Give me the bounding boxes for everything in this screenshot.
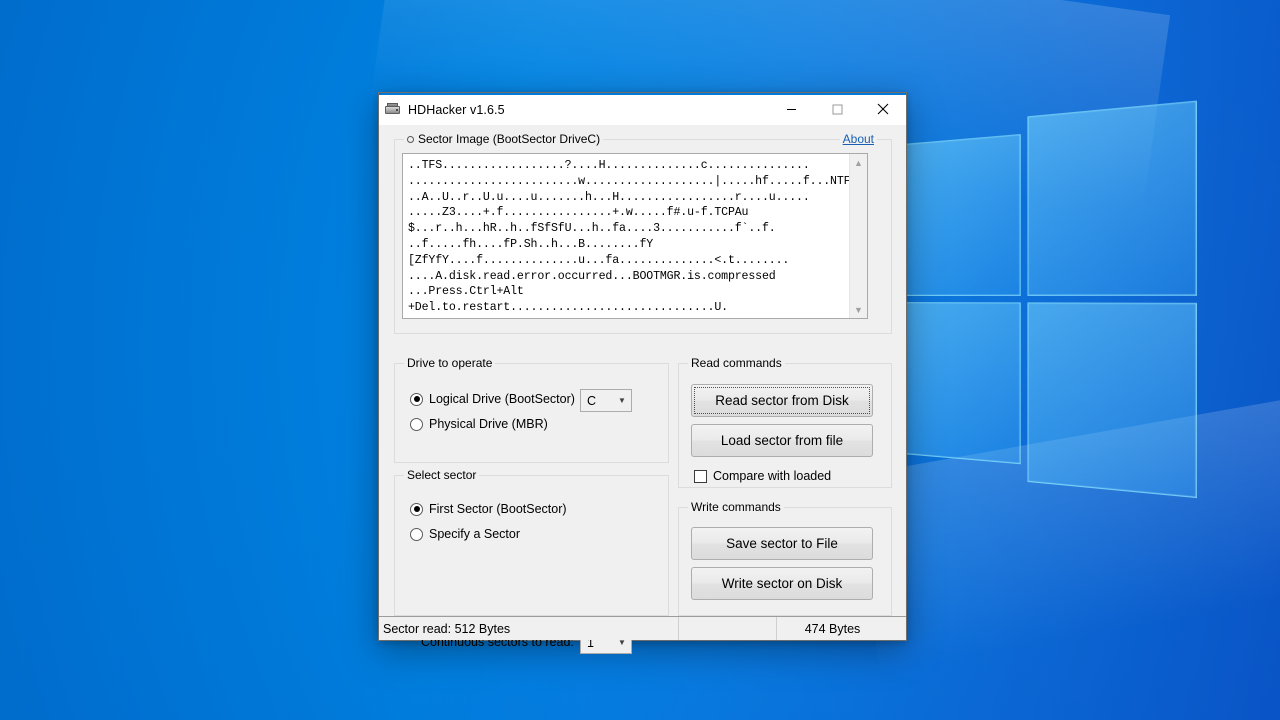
drive-letter-select[interactable]: C ▼ [580,389,632,412]
logo-pane [1027,302,1198,499]
drive-letter-value: C [587,393,597,408]
radio-indicator [410,392,423,406]
hard-disk-icon [385,102,401,118]
logo-pane [902,302,1021,465]
close-button[interactable] [860,93,906,125]
bullet-icon [407,135,414,143]
logo-pane [902,133,1021,296]
desktop: HDHacker v1.6.5 Sector Image (BootSector… [0,0,1280,720]
drive-to-operate-group: Drive to operate Logical Drive (BootSect… [394,356,669,463]
radio-indicator [410,527,423,541]
sector-image-legend-label: Sector Image (BootSector DriveC) [418,132,601,146]
sector-image-textbox[interactable]: ..TFS..................?....H...........… [402,153,868,319]
hdhacker-window: HDHacker v1.6.5 Sector Image (BootSector… [378,92,907,654]
radio-specify-sector[interactable]: Specify a Sector [410,527,520,541]
radio-first-sector[interactable]: First Sector (BootSector) [410,502,567,516]
window-title: HDHacker v1.6.5 [408,103,505,117]
select-sector-group: Select sector First Sector (BootSector) … [394,468,669,654]
status-byte-count: 474 Bytes [804,621,861,636]
logo-pane [1027,100,1198,296]
write-sector-on-disk-label: Write sector on Disk [721,576,843,591]
about-link[interactable]: About [839,132,877,146]
radio-logical-drive[interactable]: Logical Drive (BootSector) [410,392,575,406]
chevron-down-icon: ▼ [618,396,626,405]
write-commands-legend: Write commands [688,500,784,514]
minimize-button[interactable] [768,93,814,125]
select-sector-legend: Select sector [404,468,480,482]
statusbar: Sector read: 512 Bytes 474 Bytes [379,616,906,640]
save-sector-to-file-label: Save sector to File [726,536,838,551]
write-commands-group: Write commands Save sector to File Write… [678,500,892,616]
maximize-button[interactable] [814,93,860,125]
read-sector-from-disk-label: Read sector from Disk [715,393,849,408]
write-sector-on-disk-button[interactable]: Write sector on Disk [691,567,873,600]
checkbox-indicator [694,469,707,483]
titlebar[interactable]: HDHacker v1.6.5 [379,93,906,125]
radio-logical-drive-label: Logical Drive (BootSector) [429,392,575,406]
radio-first-sector-label: First Sector (BootSector) [429,502,567,516]
drive-group-legend: Drive to operate [404,356,496,370]
read-commands-group: Read commands Read sector from Disk Load… [678,356,892,488]
scroll-down-arrow-icon[interactable]: ▼ [850,301,867,318]
radio-specify-sector-label: Specify a Sector [429,527,521,541]
sector-image-group: Sector Image (BootSector DriveC) About .… [394,132,892,334]
sector-image-scrollbar[interactable]: ▲ ▼ [849,154,867,318]
compare-with-loaded-label: Compare with loaded [713,469,832,483]
window-controls [768,93,906,125]
radio-indicator [410,417,423,431]
read-commands-legend: Read commands [688,356,785,370]
load-sector-from-file-button[interactable]: Load sector from file [691,424,873,457]
status-middle-panel [679,617,777,640]
radio-physical-drive[interactable]: Physical Drive (MBR) [410,417,548,431]
compare-with-loaded-checkbox[interactable]: Compare with loaded [694,469,831,483]
scroll-up-arrow-icon[interactable]: ▲ [850,154,867,171]
load-sector-from-file-label: Load sector from file [720,433,844,448]
windows-logo-icon [902,89,1198,505]
save-sector-to-file-button[interactable]: Save sector to File [691,527,873,560]
radio-indicator [410,502,423,516]
radio-physical-drive-label: Physical Drive (MBR) [429,417,548,431]
status-sector-read: Sector read: 512 Bytes [379,617,679,640]
window-client-area: Sector Image (BootSector DriveC) About .… [379,125,906,654]
sector-image-legend: Sector Image (BootSector DriveC) [404,132,604,146]
sector-image-content: ..TFS..................?....H...........… [408,159,849,315]
read-sector-from-disk-button[interactable]: Read sector from Disk [691,384,873,417]
